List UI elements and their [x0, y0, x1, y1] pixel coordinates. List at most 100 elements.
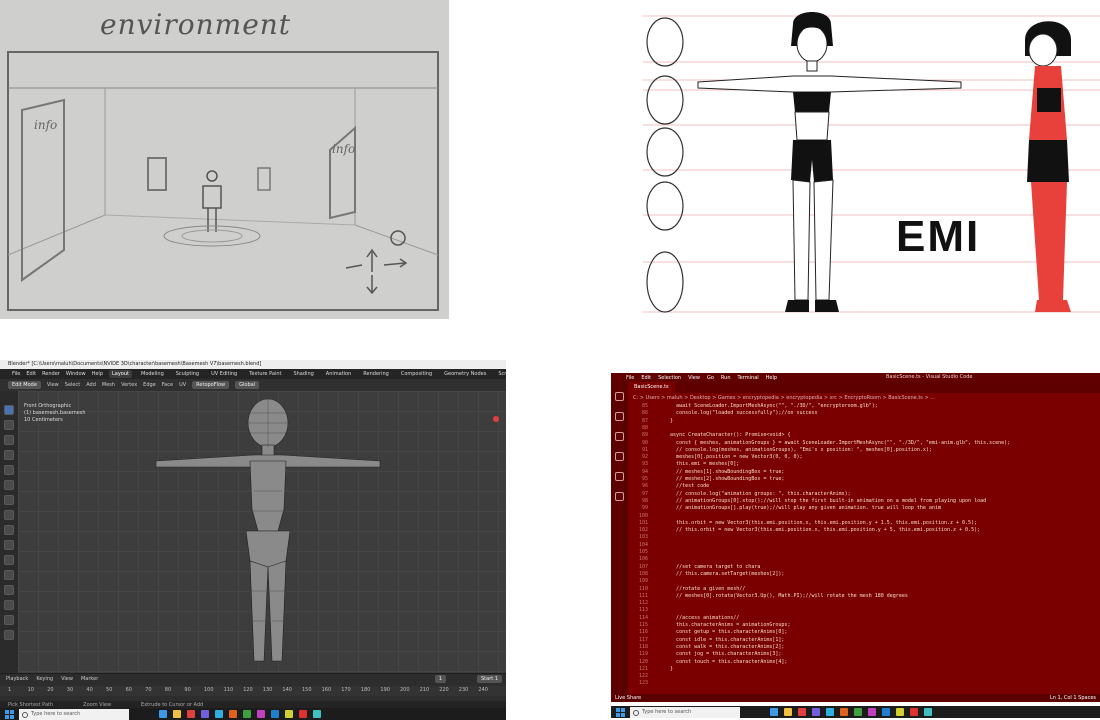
taskbar-app-icon[interactable] [299, 710, 307, 718]
breadcrumb[interactable]: C: > Users > maluh > Desktop > Games > e… [633, 395, 935, 401]
explorer-icon[interactable] [615, 392, 624, 401]
workspace-tab-texture-paint[interactable]: Texture Paint [246, 370, 284, 378]
code-line[interactable]: 120 const touch = this.characterAnims[4]… [628, 659, 787, 665]
taskbar-search-input[interactable]: Type here to search [630, 706, 740, 718]
taskbar-search-input[interactable]: Type here to search [19, 708, 129, 720]
code-line[interactable]: 108 // this.camera.setTarget(meshes[2]); [628, 571, 784, 577]
taskbar-app-icon[interactable] [187, 710, 195, 718]
code-line[interactable]: 111 // meshes[0].rotate(Vector3.Up(), Ma… [628, 593, 908, 599]
measure-tool-icon[interactable] [4, 510, 14, 520]
knife-tool-icon[interactable] [4, 585, 14, 595]
timeline-menu-marker[interactable]: Marker [81, 676, 98, 682]
taskbar-app-icon[interactable] [854, 708, 862, 716]
workspace-tab-modeling[interactable]: Modeling [138, 370, 167, 378]
current-frame-field[interactable]: 1 [434, 675, 446, 683]
vscode-menu-terminal[interactable]: Terminal [738, 375, 759, 381]
vscode-menu-view[interactable]: View [688, 375, 700, 381]
workspace-tab-compositing[interactable]: Compositing [398, 370, 435, 378]
start-frame-field[interactable]: Start 1 [477, 675, 502, 683]
scale-tool-icon[interactable] [4, 465, 14, 475]
vscode-menu-file[interactable]: File [626, 375, 634, 381]
code-line[interactable]: 113 [628, 607, 658, 613]
header-menu-uv[interactable]: UV [179, 382, 186, 388]
header-menu-vertex[interactable]: Vertex [121, 382, 137, 388]
workspace-tab-geometry-nodes[interactable]: Geometry Nodes [441, 370, 489, 378]
taskbar-app-icon[interactable] [313, 710, 321, 718]
taskbar-app-icon[interactable] [896, 708, 904, 716]
code-line[interactable]: 109 [628, 578, 658, 584]
code-line[interactable]: 116 const getup = this.characterAnims[0]… [628, 629, 787, 635]
windows-start-icon[interactable] [5, 709, 14, 719]
code-line[interactable]: 88 [628, 425, 658, 431]
timeline-menu-keying[interactable]: Keying [36, 676, 53, 682]
search-icon[interactable] [615, 412, 624, 421]
3d-viewport[interactable]: Front Orthographic (1) basemesh.basemesh… [18, 391, 506, 691]
source-control-icon[interactable] [615, 432, 624, 441]
code-line[interactable]: 89 async CreateCharacter(): Promise<void… [628, 432, 790, 438]
timeline-menu-playback[interactable]: Playback [6, 676, 28, 682]
workspace-tab-shading[interactable]: Shading [290, 370, 316, 378]
taskbar-app-icon[interactable] [924, 708, 932, 716]
header-menu-face[interactable]: Face [162, 382, 173, 388]
taskbar-app-icon[interactable] [201, 710, 209, 718]
code-line[interactable]: 121 } [628, 666, 673, 672]
taskbar-app-icon[interactable] [910, 708, 918, 716]
menu-render[interactable]: Render [42, 371, 60, 377]
code-line[interactable]: 98 // animationGroups[0].stop();//will s… [628, 498, 986, 504]
taskbar-app-icon[interactable] [784, 708, 792, 716]
code-line[interactable]: 112 [628, 600, 658, 606]
code-line[interactable]: 91 // console.log(meshes, animationGroup… [628, 447, 932, 453]
vscode-menu-selection[interactable]: Selection [658, 375, 681, 381]
tab-basicscene[interactable]: BasicScene.ts [628, 382, 675, 393]
bevel-tool-icon[interactable] [4, 555, 14, 565]
spin-tool-icon[interactable] [4, 615, 14, 625]
code-line[interactable]: 105 [628, 549, 658, 555]
rotate-tool-icon[interactable] [4, 450, 14, 460]
code-line[interactable]: 101 this.orbit = new Vector3(this.emi.po… [628, 520, 977, 526]
code-line[interactable]: 114 //access animations// [628, 615, 739, 621]
retopoflow-dropdown[interactable]: RetopoFlow [192, 381, 230, 389]
run-debug-icon[interactable] [615, 452, 624, 461]
taskbar-app-icon[interactable] [215, 710, 223, 718]
workspace-tab-rendering[interactable]: Rendering [360, 370, 392, 378]
select-box-tool-icon[interactable] [4, 405, 14, 415]
code-line[interactable]: 107 //set camera target to chara [628, 564, 760, 570]
workspace-tab-scripting[interactable]: Scripting [495, 370, 506, 378]
taskbar-app-icon[interactable] [159, 710, 167, 718]
code-line[interactable]: 106 [628, 556, 658, 562]
code-line[interactable]: 97 // console.log("animation groups: ", … [628, 491, 851, 497]
poly-build-tool-icon[interactable] [4, 600, 14, 610]
workspace-tab-layout[interactable]: Layout [109, 370, 132, 378]
code-line[interactable]: 90 const { meshes, animationGroups } = a… [628, 440, 1010, 446]
remote-explorer-icon[interactable] [615, 492, 624, 501]
code-line[interactable]: 85 await SceneLoader.ImportMeshAsync("",… [628, 403, 878, 409]
code-line[interactable]: 86 console.log("loaded successfully");//… [628, 410, 818, 416]
cursor-tool-icon[interactable] [4, 420, 14, 430]
vscode-menu-go[interactable]: Go [707, 375, 714, 381]
code-line[interactable]: 99 // animationGroups[].play(true);//wil… [628, 505, 941, 511]
loop-cut-tool-icon[interactable] [4, 570, 14, 580]
vscode-menu-run[interactable]: Run [721, 375, 731, 381]
inset-tool-icon[interactable] [4, 540, 14, 550]
code-line[interactable]: 94 // meshes[1].showBoundingBox = true; [628, 469, 784, 475]
taskbar-app-icon[interactable] [173, 710, 181, 718]
move-tool-icon[interactable] [4, 435, 14, 445]
taskbar-app-icon[interactable] [229, 710, 237, 718]
code-line[interactable]: 100 [628, 513, 658, 519]
taskbar-app-icon[interactable] [882, 708, 890, 716]
transform-orientation-dropdown[interactable]: Global [235, 381, 260, 389]
taskbar-app-icon[interactable] [257, 710, 265, 718]
header-menu-select[interactable]: Select [65, 382, 80, 388]
extrude-tool-icon[interactable] [4, 525, 14, 535]
mode-dropdown[interactable]: Edit Mode [8, 381, 41, 389]
menu-window[interactable]: Window [66, 371, 86, 377]
timeline-menu-view[interactable]: View [61, 676, 73, 682]
code-line[interactable]: 104 [628, 542, 658, 548]
code-line[interactable]: 92 meshes[0].position = new Vector3(0, 0… [628, 454, 803, 460]
code-line[interactable]: 115 this.characterAnims = animationGroup… [628, 622, 790, 628]
taskbar-app-icon[interactable] [770, 708, 778, 716]
code-line[interactable]: 93 this.emi = meshes[0]; [628, 461, 739, 467]
code-line[interactable]: 110 //rotate a given mesh// [628, 586, 745, 592]
header-menu-mesh[interactable]: Mesh [102, 382, 115, 388]
menu-edit[interactable]: Edit [26, 371, 36, 377]
